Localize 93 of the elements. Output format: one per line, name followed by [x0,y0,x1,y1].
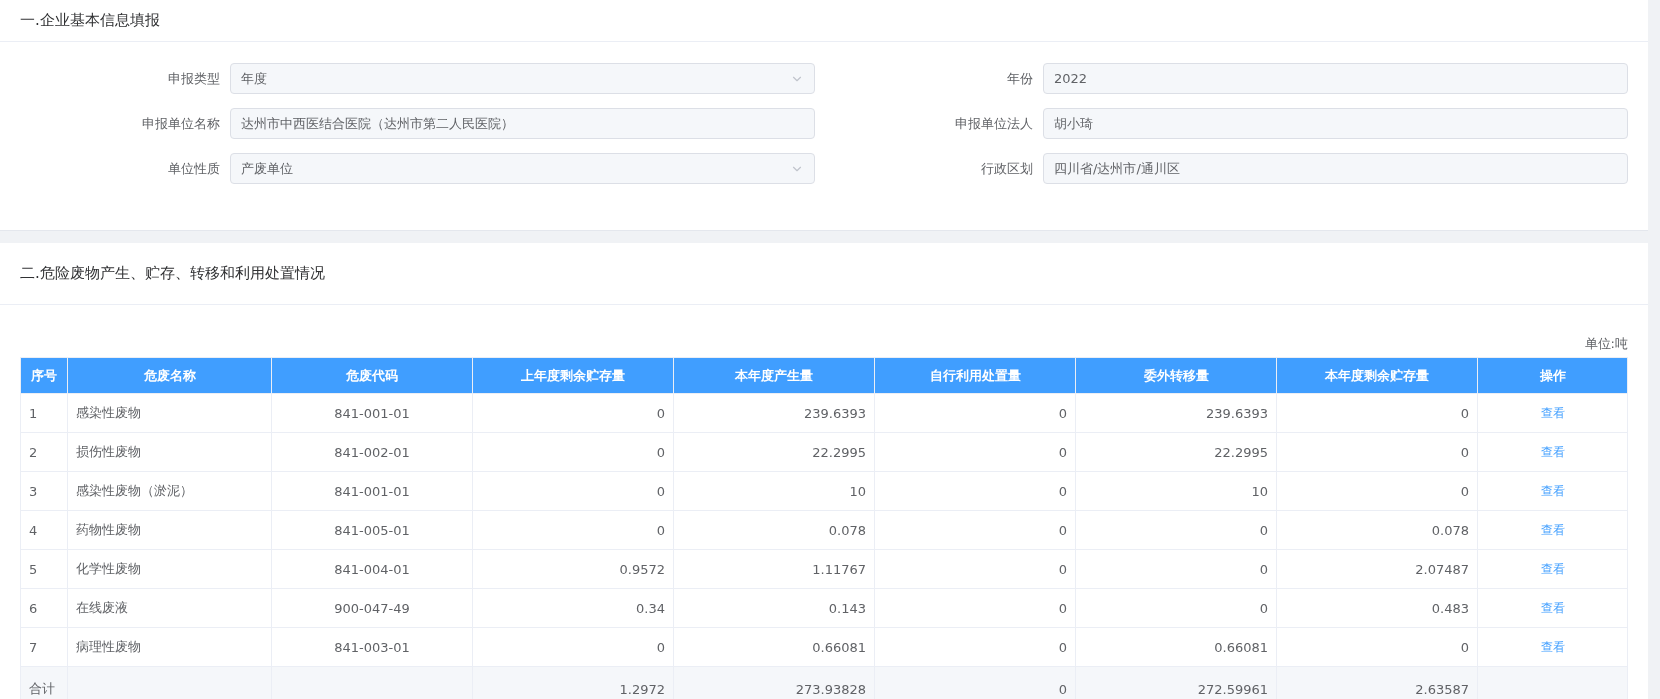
table-cell: 0.66081 [673,627,875,667]
table-cell: 0 [1276,393,1478,433]
table-cell: 0 [874,549,1076,589]
table-cell: 3 [20,471,68,511]
table-cell: 22.2995 [1075,432,1277,472]
field-label: 单位性质 [167,159,221,178]
total-cell: 1.2972 [472,666,674,699]
column-header: 危废名称 [67,357,272,394]
view-link[interactable]: 查看 [1540,522,1565,537]
view-link[interactable]: 查看 [1540,600,1565,615]
view-link[interactable]: 查看 [1540,561,1565,576]
total-cell: 272.59961 [1075,666,1277,699]
table-cell: 10 [1075,471,1277,511]
column-header: 本年度剩余贮存量 [1276,357,1478,394]
table-cell: 感染性废物 [67,393,272,433]
table-cell: 0 [472,510,674,550]
table-cell: 0 [472,393,674,433]
input-field[interactable]: 胡小琦 [1043,108,1628,139]
column-header: 上年度剩余贮存量 [472,357,674,394]
table-cell: 841-001-01 [271,471,473,511]
field-label: 申报单位名称 [141,114,221,133]
table-cell: 0.34 [472,588,674,628]
table-cell: 药物性废物 [67,510,272,550]
view-link[interactable]: 查看 [1540,483,1565,498]
table-cell: 0.078 [1276,510,1478,550]
select-field[interactable]: 产废单位 [230,153,815,184]
table-cell: 900-047-49 [271,588,473,628]
table-cell: 化学性废物 [67,549,272,589]
table-cell: 841-005-01 [271,510,473,550]
table-cell: 841-002-01 [271,432,473,472]
table-cell: 841-004-01 [271,549,473,589]
column-header: 委外转移量 [1075,357,1277,394]
column-header: 序号 [20,357,68,394]
table-cell: 在线废液 [67,588,272,628]
table-cell: 0.9572 [472,549,674,589]
table-cell: 239.6393 [1075,393,1277,433]
table-cell: 损伤性废物 [67,432,272,472]
table-cell: 5 [20,549,68,589]
table-cell: 感染性废物（淤泥） [67,471,272,511]
table-cell: 2.07487 [1276,549,1478,589]
table-cell: 0 [874,393,1076,433]
field-label: 行政区划 [980,159,1034,178]
table-cell: 0 [874,510,1076,550]
table-cell: 1.11767 [673,549,875,589]
table-cell: 2 [20,432,68,472]
input-field[interactable]: 达州市中西医结合医院（达州市第二人民医院） [230,108,815,139]
table-cell: 0 [874,471,1076,511]
unit-label: 单位:吨 [1584,336,1628,351]
table-cell: 0.143 [673,588,875,628]
table-cell: 0 [1276,432,1478,472]
table-cell: 0 [874,588,1076,628]
table-cell: 0 [874,432,1076,472]
column-header: 危废代码 [271,357,473,394]
table-cell: 0 [874,627,1076,667]
view-link[interactable]: 查看 [1540,405,1565,420]
table-cell: 0 [1276,627,1478,667]
field-label: 年份 [1006,69,1034,88]
total-label: 合计 [20,666,68,699]
table-cell: 0 [1075,549,1277,589]
total-cell: 273.93828 [673,666,875,699]
table-cell: 10 [673,471,875,511]
column-header: 自行利用处置量 [874,357,1076,394]
view-link[interactable]: 查看 [1540,444,1565,459]
select-field[interactable]: 年度 [230,63,815,94]
total-cell: 0 [874,666,1076,699]
table-cell: 4 [20,510,68,550]
table-cell: 0 [1075,588,1277,628]
table-cell: 病理性废物 [67,627,272,667]
table-cell: 0 [472,432,674,472]
table-cell: 841-003-01 [271,627,473,667]
total-cell: 2.63587 [1276,666,1478,699]
table-cell: 6 [20,588,68,628]
section-title: 一.企业基本信息填报 [20,11,160,30]
table-cell: 0.078 [673,510,875,550]
field-label: 申报单位法人 [954,114,1034,133]
table-cell: 7 [20,627,68,667]
view-link[interactable]: 查看 [1540,639,1565,654]
input-field[interactable]: 2022 [1043,63,1628,94]
table-cell: 0.66081 [1075,627,1277,667]
table-cell: 0 [1276,471,1478,511]
column-header: 操作 [1477,357,1628,394]
table-cell: 0 [472,627,674,667]
table-cell: 0 [1075,510,1277,550]
section-title: 二.危险废物产生、贮存、转移和利用处置情况 [20,264,325,283]
table-cell: 841-001-01 [271,393,473,433]
input-field[interactable]: 四川省/达州市/通川区 [1043,153,1628,184]
field-label: 申报类型 [167,69,221,88]
column-header: 本年度产生量 [673,357,875,394]
table-cell: 1 [20,393,68,433]
table-cell: 22.2995 [673,432,875,472]
table-cell: 0.483 [1276,588,1478,628]
table-cell: 0 [472,471,674,511]
table-cell: 239.6393 [673,393,875,433]
